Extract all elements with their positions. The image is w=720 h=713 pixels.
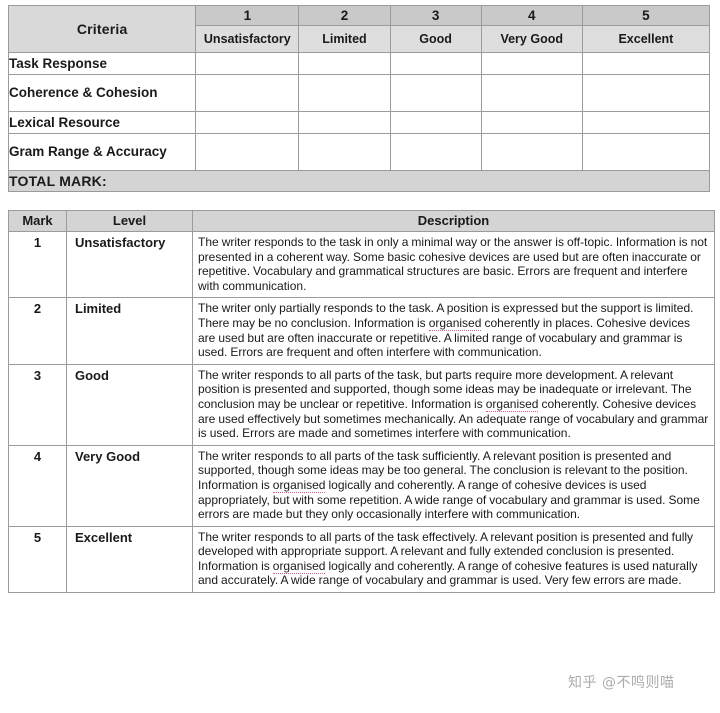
spellcheck-flagged-word-5: organised: [272, 558, 326, 574]
descriptor-mark-4: 4: [8, 444, 67, 527]
score-cell-task-response-1[interactable]: [195, 52, 300, 75]
descriptor-column-header-level: Level: [66, 210, 193, 232]
zhihu-watermark: 知乎 @不鸣则喵: [568, 675, 675, 691]
band-name-5: Excellent: [581, 25, 711, 53]
descriptor-column-header-mark: Mark: [8, 210, 67, 232]
descriptor-description-1: The writer responds to the task in only …: [192, 230, 715, 299]
band-name-3: Good: [389, 25, 482, 53]
score-cell-lexical-resource-2[interactable]: [298, 111, 391, 134]
descriptor-description-2: The writer only partially responds to th…: [192, 297, 715, 365]
score-cell-coherence-cohesion-1[interactable]: [195, 74, 300, 112]
descriptor-description-3: The writer responds to all parts of the …: [192, 363, 715, 446]
score-cell-lexical-resource-4[interactable]: [480, 111, 583, 134]
total-mark-label[interactable]: TOTAL MARK:: [8, 170, 710, 192]
score-cell-gram-range-accuracy-1[interactable]: [195, 133, 300, 171]
spellcheck-flagged-word-3: organised: [485, 396, 539, 412]
score-cell-task-response-3[interactable]: [389, 52, 482, 75]
document-page: Criteria 1 2 3 4 5 Unsatisfactory Limite…: [0, 0, 720, 713]
band-name-2: Limited: [298, 25, 391, 53]
descriptor-table-container: Mark Level Description 1 Unsatisfactory …: [8, 210, 715, 594]
descriptor-mark-3: 3: [8, 363, 67, 446]
descriptor-description-4: The writer responds to all parts of the …: [192, 444, 715, 527]
descriptor-table: Mark Level Description 1 Unsatisfactory …: [8, 210, 715, 594]
score-cell-coherence-cohesion-5[interactable]: [581, 74, 711, 112]
descriptor-level-5: Excellent: [66, 525, 193, 594]
score-cell-lexical-resource-1[interactable]: [195, 111, 300, 134]
band-number-4: 4: [480, 4, 583, 27]
descriptor-level-4: Very Good: [66, 444, 193, 527]
score-cell-lexical-resource-3[interactable]: [389, 111, 482, 134]
band-number-5: 5: [581, 4, 711, 27]
criteria-column-header: Criteria: [7, 5, 197, 53]
band-name-1: Unsatisfactory: [195, 25, 300, 53]
descriptor-level-2: Limited: [66, 297, 193, 365]
descriptor-mark-5: 5: [8, 525, 67, 594]
descriptor-level-1: Unsatisfactory: [66, 230, 193, 299]
score-cell-gram-range-accuracy-3[interactable]: [389, 133, 482, 171]
criteria-row-coherence-cohesion: Coherence & Cohesion: [7, 74, 711, 112]
score-cell-coherence-cohesion-3[interactable]: [389, 74, 482, 112]
descriptor-mark-2: 2: [8, 297, 67, 365]
descriptor-row-2: 2 Limited The writer only partially resp…: [8, 297, 715, 365]
score-cell-gram-range-accuracy-5[interactable]: [581, 133, 711, 171]
score-cell-gram-range-accuracy-4[interactable]: [480, 133, 583, 171]
descriptor-header-row: Mark Level Description: [8, 210, 715, 232]
criteria-row-gram-range-accuracy: Gram Range & Accuracy: [7, 133, 711, 171]
criteria-header-number-row: Criteria 1 2 3 4 5: [7, 4, 711, 53]
criteria-row-total-mark: TOTAL MARK:: [8, 170, 710, 192]
band-number-2: 2: [298, 4, 391, 27]
band-name-4: Very Good: [480, 25, 583, 53]
criteria-table-container: Criteria 1 2 3 4 5 Unsatisfactory Limite…: [7, 4, 711, 192]
score-cell-task-response-5[interactable]: [581, 52, 711, 75]
criteria-table: Criteria 1 2 3 4 5 Unsatisfactory Limite…: [7, 4, 711, 192]
score-cell-coherence-cohesion-4[interactable]: [480, 74, 583, 112]
spellcheck-flagged-word-2: organised: [428, 315, 482, 331]
criteria-label-coherence-cohesion: Coherence & Cohesion: [7, 74, 197, 112]
descriptor-row-3: 3 Good The writer responds to all parts …: [8, 363, 715, 446]
band-number-1: 1: [195, 4, 300, 27]
criteria-label-lexical-resource: Lexical Resource: [7, 111, 197, 134]
score-cell-lexical-resource-5[interactable]: [581, 111, 711, 134]
descriptor-row-4: 4 Very Good The writer responds to all p…: [8, 444, 715, 527]
criteria-label-task-response: Task Response: [7, 52, 197, 75]
descriptor-row-5: 5 Excellent The writer responds to all p…: [8, 525, 715, 594]
descriptor-level-3: Good: [66, 363, 193, 446]
spellcheck-flagged-word-4: organised: [272, 477, 326, 493]
criteria-row-task-response: Task Response: [7, 52, 711, 75]
score-cell-gram-range-accuracy-2[interactable]: [298, 133, 391, 171]
score-cell-coherence-cohesion-2[interactable]: [298, 74, 391, 112]
criteria-row-lexical-resource: Lexical Resource: [7, 111, 711, 134]
descriptor-column-header-description: Description: [192, 210, 715, 232]
criteria-label-gram-range-accuracy: Gram Range & Accuracy: [7, 133, 197, 171]
band-number-3: 3: [389, 4, 482, 27]
score-cell-task-response-2[interactable]: [298, 52, 391, 75]
descriptor-description-5: The writer responds to all parts of the …: [192, 525, 715, 594]
descriptor-row-1: 1 Unsatisfactory The writer responds to …: [8, 230, 715, 299]
score-cell-task-response-4[interactable]: [480, 52, 583, 75]
descriptor-mark-1: 1: [8, 230, 67, 299]
